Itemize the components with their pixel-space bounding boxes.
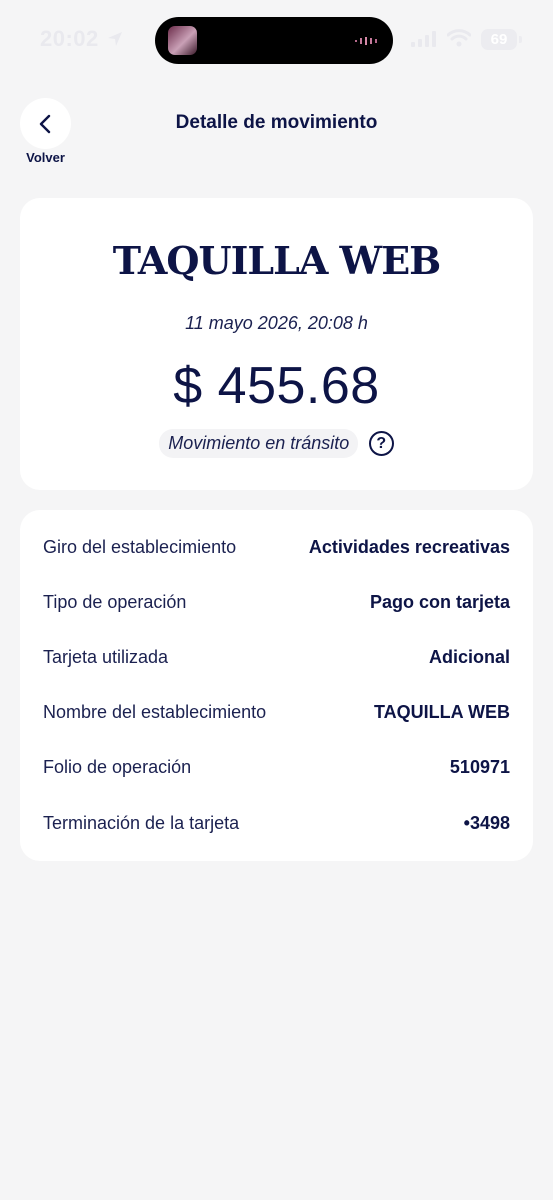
dynamic-island[interactable] — [155, 17, 393, 64]
battery-icon: 69 — [481, 29, 517, 50]
battery-nub — [519, 36, 522, 43]
detail-row-giro: Giro del establecimiento Actividades rec… — [43, 532, 510, 562]
transaction-detail-screen: 20:02 69 Volver Detalle de movimiento TA… — [0, 0, 553, 1200]
transaction-details-card: Giro del establecimiento Actividades rec… — [20, 510, 533, 861]
merchant-name: TAQUILLA WEB — [112, 238, 442, 283]
back-label[interactable]: Volver — [20, 150, 71, 165]
detail-row-terminacion-tarjeta: Terminación de la tarjeta •3498 — [43, 808, 510, 838]
detail-row-nombre-establecimiento: Nombre del establecimiento TAQUILLA WEB — [43, 697, 510, 727]
detail-value: Pago con tarjeta — [369, 591, 510, 612]
transaction-date: 11 mayo 2026, 20:08 h — [185, 313, 368, 333]
detail-label: Folio de operación — [43, 756, 192, 777]
detail-row-folio: Folio de operación 510971 — [43, 752, 510, 782]
detail-label: Nombre del establecimiento — [43, 701, 267, 722]
wifi-icon — [447, 29, 471, 47]
signal-icon — [411, 31, 436, 47]
status-badge: Movimiento en tránsito — [159, 429, 359, 458]
detail-value: TAQUILLA WEB — [374, 701, 510, 722]
detail-row-tarjeta-utilizada: Tarjeta utilizada Adicional — [43, 642, 510, 672]
status-bar: 20:02 69 — [0, 0, 553, 80]
page-title: Detalle de movimiento — [175, 112, 378, 133]
detail-value: Actividades recreativas — [308, 536, 510, 557]
detail-label: Tarjeta utilizada — [43, 646, 169, 667]
detail-value: •3498 — [463, 812, 510, 833]
now-playing-thumbnail — [168, 26, 197, 55]
transaction-amount: $ 455.68 — [173, 357, 380, 415]
detail-row-tipo-operacion: Tipo de operación Pago con tarjeta — [43, 587, 510, 617]
status-row: Movimiento en tránsito ? — [20, 429, 533, 458]
transaction-summary-card: TAQUILLA WEB 11 mayo 2026, 20:08 h $ 455… — [20, 198, 533, 490]
detail-label: Terminación de la tarjeta — [43, 812, 240, 833]
audio-wave-icon — [355, 37, 377, 45]
location-arrow-icon — [108, 32, 122, 46]
detail-value: 510971 — [449, 756, 510, 777]
status-time: 20:02 — [40, 26, 99, 51]
question-circle-icon[interactable]: ? — [368, 431, 394, 456]
detail-label: Giro del establecimiento — [43, 536, 237, 557]
detail-value: Adicional — [428, 646, 510, 667]
detail-label: Tipo de operación — [43, 591, 187, 612]
